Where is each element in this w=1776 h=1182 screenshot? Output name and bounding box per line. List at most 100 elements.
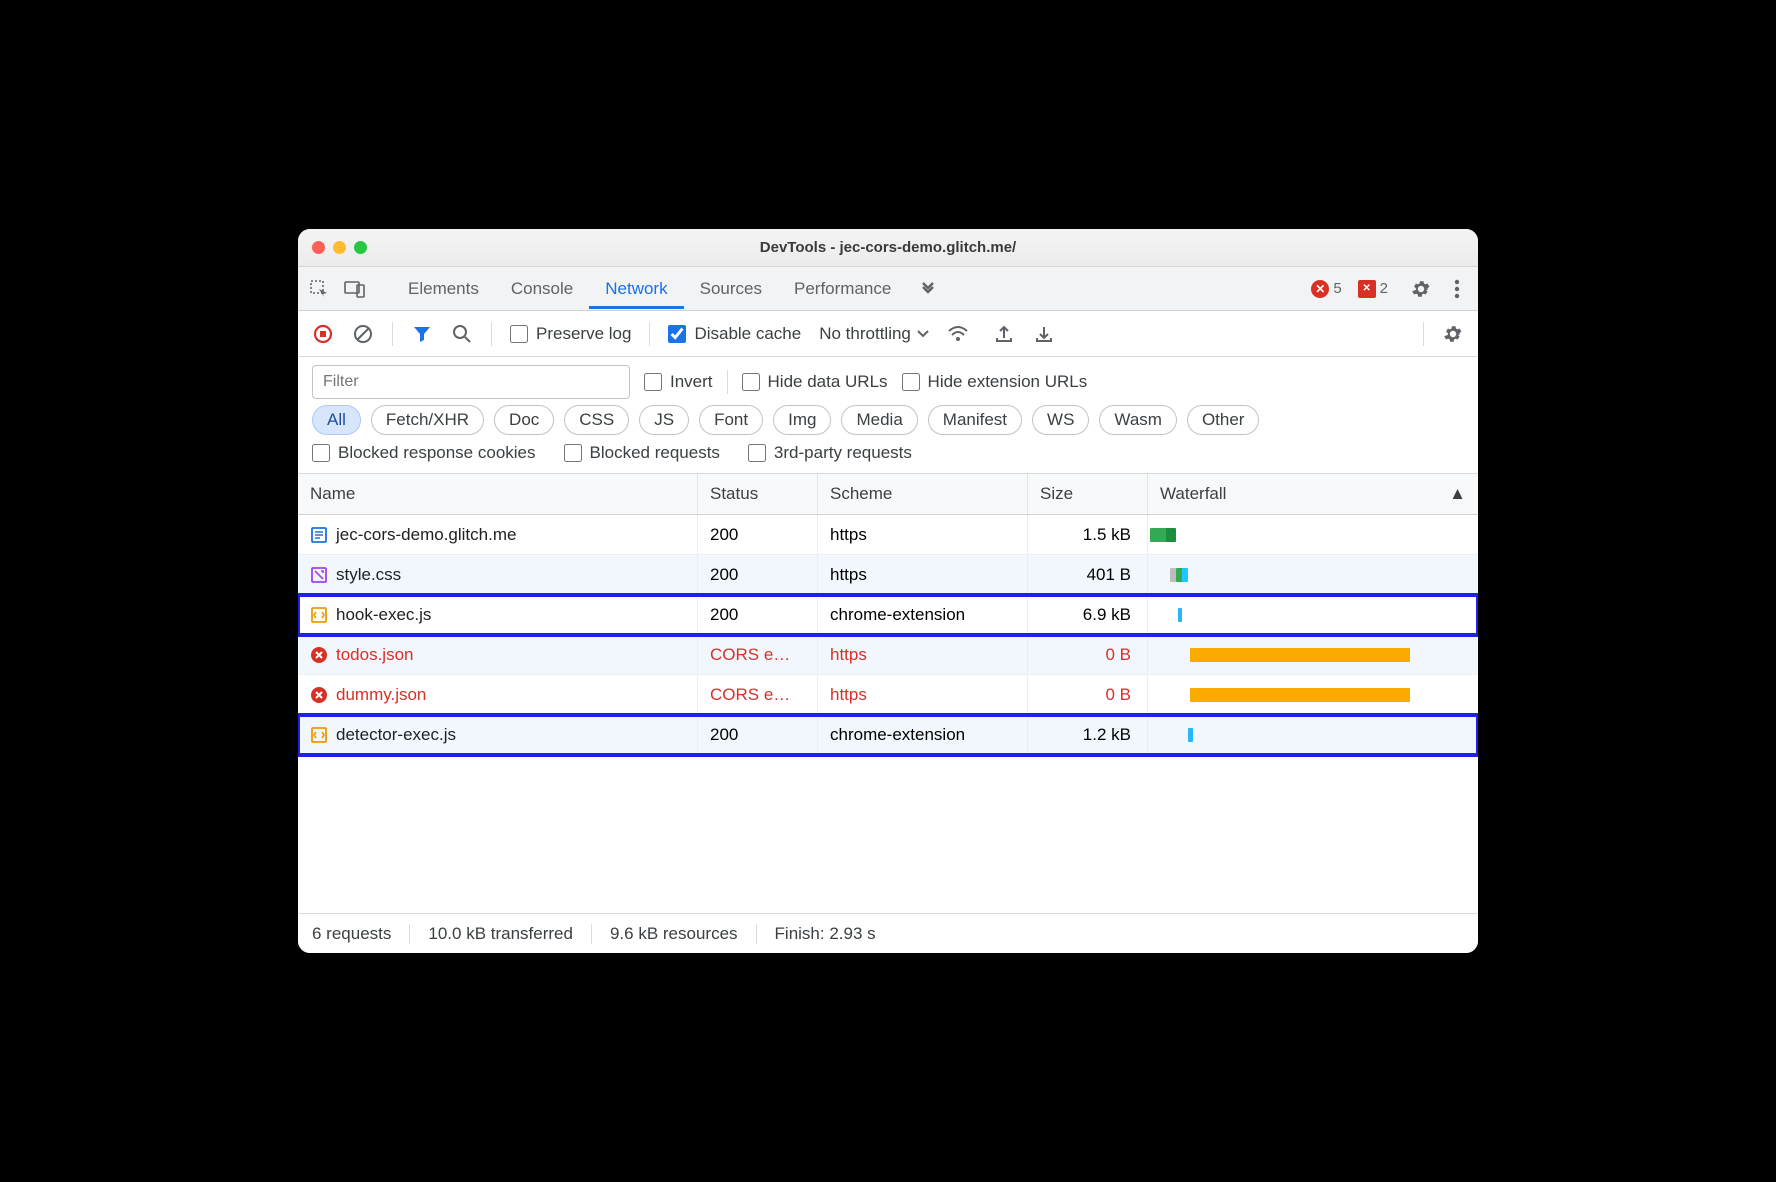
- cell-name: detector-exec.js: [298, 715, 698, 754]
- cell-waterfall: [1148, 515, 1478, 554]
- tab-sources[interactable]: Sources: [684, 269, 778, 309]
- col-scheme[interactable]: Scheme: [818, 474, 1028, 514]
- cell-size: 0 B: [1028, 675, 1148, 714]
- hide-data-urls-checkbox[interactable]: Hide data URLs: [742, 372, 888, 392]
- upload-har-icon[interactable]: [993, 323, 1015, 345]
- cell-size: 1.2 kB: [1028, 715, 1148, 754]
- network-conditions-icon[interactable]: [947, 323, 969, 345]
- cell-status: CORS e…: [698, 675, 818, 714]
- kebab-menu-icon[interactable]: [1446, 278, 1468, 300]
- tab-performance[interactable]: Performance: [778, 269, 907, 309]
- table-row[interactable]: hook-exec.js200chrome-extension6.9 kB: [298, 595, 1478, 635]
- cell-scheme: https: [818, 555, 1028, 594]
- network-table: Name Status Scheme Size Waterfall▲ jec-c…: [298, 474, 1478, 913]
- cell-name: todos.json: [298, 635, 698, 674]
- cell-scheme: https: [818, 635, 1028, 674]
- cell-status: 200: [698, 555, 818, 594]
- filter-icon[interactable]: [411, 323, 433, 345]
- search-icon[interactable]: [451, 323, 473, 345]
- cell-scheme: chrome-extension: [818, 595, 1028, 634]
- window-title: DevTools - jec-cors-demo.glitch.me/: [298, 239, 1478, 256]
- error-count: 5: [1333, 280, 1341, 297]
- cell-size: 0 B: [1028, 635, 1148, 674]
- blocked-requests-checkbox[interactable]: Blocked requests: [564, 443, 720, 463]
- third-party-checkbox[interactable]: 3rd-party requests: [748, 443, 912, 463]
- col-status[interactable]: Status: [698, 474, 818, 514]
- network-toolbar: Preserve log Disable cache No throttling: [298, 311, 1478, 357]
- filter-pill-doc[interactable]: Doc: [494, 405, 554, 435]
- extra-filters-row: Blocked response cookies Blocked request…: [298, 443, 1478, 474]
- status-finish: Finish: 2.93 s: [757, 924, 894, 944]
- hide-extension-urls-checkbox[interactable]: Hide extension URLs: [902, 372, 1088, 392]
- device-toolbar-icon[interactable]: [344, 278, 366, 300]
- maximize-window-button[interactable]: [354, 241, 367, 254]
- filter-pill-img[interactable]: Img: [773, 405, 831, 435]
- network-settings-icon[interactable]: [1442, 323, 1464, 345]
- table-body: jec-cors-demo.glitch.me200https1.5 kBsty…: [298, 515, 1478, 913]
- filter-pill-fetch-xhr[interactable]: Fetch/XHR: [371, 405, 484, 435]
- filter-pill-manifest[interactable]: Manifest: [928, 405, 1022, 435]
- table-row[interactable]: jec-cors-demo.glitch.me200https1.5 kB: [298, 515, 1478, 555]
- cell-size: 401 B: [1028, 555, 1148, 594]
- tab-console[interactable]: Console: [495, 269, 589, 309]
- inspect-element-icon[interactable]: [308, 278, 330, 300]
- col-size[interactable]: Size: [1028, 474, 1148, 514]
- col-name[interactable]: Name: [298, 474, 698, 514]
- cell-status: CORS e…: [698, 635, 818, 674]
- resource-type-filter: All Fetch/XHR Doc CSS JS Font Img Media Manifest…: [298, 405, 1478, 443]
- preserve-log-checkbox[interactable]: Preserve log: [510, 324, 631, 344]
- error-icon: ✕: [1311, 280, 1329, 298]
- issue-icon: ✕: [1358, 280, 1376, 298]
- panel-tabbar: ElementsConsoleNetworkSourcesPerformance…: [298, 267, 1478, 311]
- more-tabs-icon[interactable]: [917, 278, 939, 300]
- cell-status: 200: [698, 715, 818, 754]
- filter-pill-ws[interactable]: WS: [1032, 405, 1089, 435]
- settings-icon[interactable]: [1410, 278, 1432, 300]
- minimize-window-button[interactable]: [333, 241, 346, 254]
- cell-status: 200: [698, 515, 818, 554]
- cell-name: style.css: [298, 555, 698, 594]
- record-button[interactable]: [312, 323, 334, 345]
- filter-pill-wasm[interactable]: Wasm: [1099, 405, 1177, 435]
- cell-status: 200: [698, 595, 818, 634]
- window-controls: [312, 241, 367, 254]
- filter-input[interactable]: [312, 365, 630, 399]
- invert-checkbox[interactable]: Invert: [644, 372, 713, 392]
- cell-size: 6.9 kB: [1028, 595, 1148, 634]
- filter-pill-css[interactable]: CSS: [564, 405, 629, 435]
- filter-pill-font[interactable]: Font: [699, 405, 763, 435]
- table-header: Name Status Scheme Size Waterfall▲: [298, 474, 1478, 515]
- filter-pill-media[interactable]: Media: [841, 405, 917, 435]
- tab-network[interactable]: Network: [589, 269, 683, 309]
- filter-pill-js[interactable]: JS: [639, 405, 689, 435]
- filter-pill-all[interactable]: All: [312, 405, 361, 435]
- table-row[interactable]: detector-exec.js200chrome-extension1.2 k…: [298, 715, 1478, 755]
- table-row[interactable]: style.css200https401 B: [298, 555, 1478, 595]
- filter-pill-other[interactable]: Other: [1187, 405, 1260, 435]
- status-bar: 6 requests 10.0 kB transferred 9.6 kB re…: [298, 913, 1478, 953]
- throttling-select[interactable]: No throttling: [819, 324, 929, 344]
- issue-count-badge[interactable]: ✕ 2: [1358, 280, 1388, 298]
- clear-button[interactable]: [352, 323, 374, 345]
- cell-name: jec-cors-demo.glitch.me: [298, 515, 698, 554]
- cell-waterfall: [1148, 635, 1478, 674]
- table-row[interactable]: todos.jsonCORS e…https0 B: [298, 635, 1478, 675]
- col-waterfall[interactable]: Waterfall▲: [1148, 474, 1478, 514]
- filter-row: Invert Hide data URLs Hide extension URL…: [298, 357, 1478, 405]
- status-requests: 6 requests: [312, 924, 410, 944]
- table-row[interactable]: dummy.jsonCORS e…https0 B: [298, 675, 1478, 715]
- chevron-down-icon: [917, 330, 929, 338]
- tab-elements[interactable]: Elements: [392, 269, 495, 309]
- devtools-window: DevTools - jec-cors-demo.glitch.me/ Elem…: [298, 229, 1478, 953]
- cell-size: 1.5 kB: [1028, 515, 1148, 554]
- status-resources: 9.6 kB resources: [592, 924, 757, 944]
- blocked-cookies-checkbox[interactable]: Blocked response cookies: [312, 443, 536, 463]
- download-har-icon[interactable]: [1033, 323, 1055, 345]
- error-count-badge[interactable]: ✕ 5: [1311, 280, 1341, 298]
- disable-cache-checkbox[interactable]: Disable cache: [668, 324, 801, 344]
- cell-waterfall: [1148, 675, 1478, 714]
- issue-count: 2: [1380, 280, 1388, 297]
- cell-waterfall: [1148, 595, 1478, 634]
- cell-waterfall: [1148, 715, 1478, 754]
- close-window-button[interactable]: [312, 241, 325, 254]
